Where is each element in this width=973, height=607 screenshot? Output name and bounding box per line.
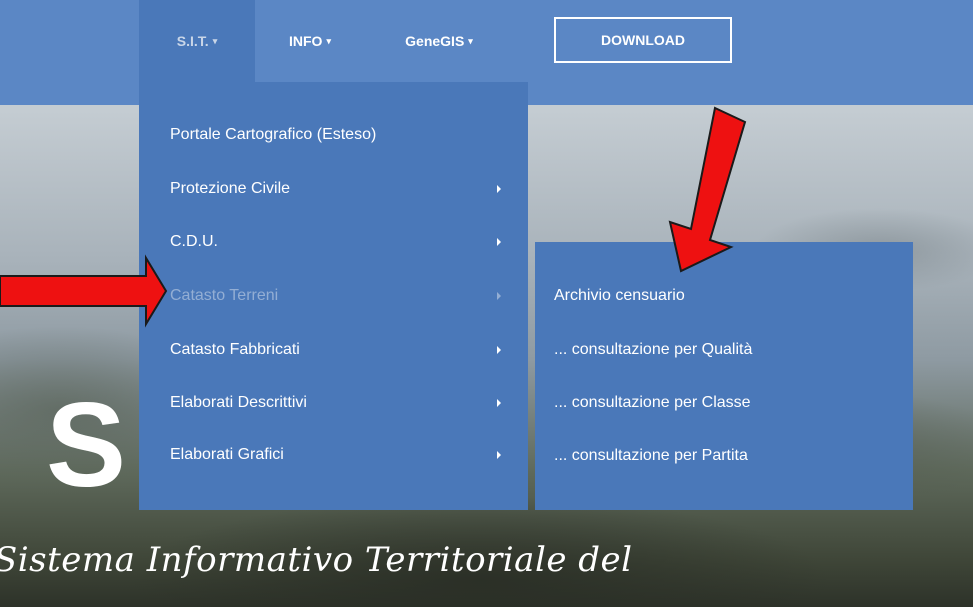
catasto-terreni-submenu: Archivio censuario ... consultazione per…: [535, 242, 913, 510]
menu-item-cdu[interactable]: C.D.U.: [170, 224, 510, 260]
caret-down-icon: ▾: [468, 35, 473, 46]
nav-sit-menu[interactable]: S.I.T. ▾: [139, 0, 255, 82]
sit-dropdown-menu: Portale Cartografico (Esteso) Protezione…: [139, 82, 528, 510]
menu-item-catasto-fabbricati[interactable]: Catasto Fabbricati: [170, 332, 510, 368]
menu-item-elaborati-descrittivi[interactable]: Elaborati Descrittivi: [170, 385, 510, 421]
submenu-item-label: ... consultazione per Partita: [554, 447, 748, 464]
menu-item-label: C.D.U.: [170, 233, 218, 250]
chevron-right-icon: [497, 238, 501, 246]
nav-genegis-menu[interactable]: GeneGIS ▾: [378, 0, 500, 82]
submenu-item-label: Archivio censuario: [554, 287, 685, 304]
menu-item-label: Catasto Fabbricati: [170, 341, 300, 358]
submenu-item-archivio-censuario[interactable]: Archivio censuario: [554, 278, 904, 314]
nav-sit-label: S.I.T.: [176, 33, 209, 49]
submenu-item-label: ... consultazione per Qualità: [554, 341, 753, 358]
menu-item-label: Portale Cartografico (Esteso): [170, 126, 377, 143]
chevron-right-icon: [497, 399, 501, 407]
nav-info-menu[interactable]: INFO ▾: [270, 0, 350, 82]
hero-subtitle: Sistema Informativo Territoriale del: [0, 540, 633, 580]
chevron-right-icon: [497, 451, 501, 459]
menu-item-portale-cartografico[interactable]: Portale Cartografico (Esteso): [170, 117, 510, 153]
menu-item-label: Protezione Civile: [170, 180, 291, 197]
caret-down-icon: ▾: [326, 35, 331, 46]
chevron-right-icon: [497, 346, 501, 354]
submenu-item-consultazione-classe[interactable]: ... consultazione per Classe: [554, 385, 904, 421]
submenu-item-consultazione-qualita[interactable]: ... consultazione per Qualità: [554, 332, 904, 368]
nav-genegis-label: GeneGIS: [405, 33, 465, 49]
menu-item-protezione-civile[interactable]: Protezione Civile: [170, 171, 510, 207]
menu-item-elaborati-grafici[interactable]: Elaborati Grafici: [170, 437, 510, 473]
menu-item-label: Catasto Terreni: [170, 287, 279, 304]
caret-down-icon: ▾: [212, 35, 218, 46]
chevron-right-icon: [497, 292, 501, 300]
nav-info-label: INFO: [289, 33, 323, 49]
menu-item-label: Elaborati Descrittivi: [170, 394, 307, 411]
submenu-item-consultazione-partita[interactable]: ... consultazione per Partita: [554, 438, 904, 474]
chevron-right-icon: [497, 185, 501, 193]
menu-item-label: Elaborati Grafici: [170, 446, 284, 463]
submenu-item-label: ... consultazione per Classe: [554, 394, 751, 411]
download-button[interactable]: DOWNLOAD: [554, 17, 732, 63]
hero-big-letter: S: [46, 378, 127, 512]
menu-item-catasto-terreni[interactable]: Catasto Terreni: [170, 278, 510, 314]
